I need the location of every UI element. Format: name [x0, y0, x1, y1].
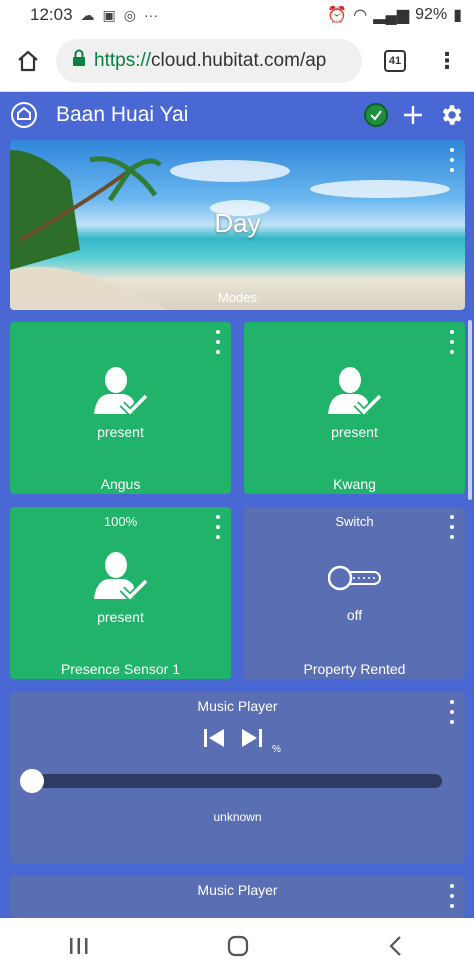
presence-state: present [331, 424, 378, 440]
cloud-shape [310, 180, 450, 198]
person-present-icon [94, 552, 149, 602]
home-nav-icon[interactable] [227, 935, 249, 957]
home-icon [18, 50, 38, 71]
track-status: unknown [213, 810, 262, 824]
tile-menu-button[interactable] [213, 330, 223, 354]
presence-tile-kwang[interactable]: present Kwang [244, 322, 465, 494]
tab-switcher-button[interactable]: 41 [384, 49, 406, 72]
presence-state: present [97, 609, 144, 625]
battery-level: 92% [415, 6, 448, 23]
presence-tile-angus[interactable]: present Angus [10, 322, 231, 494]
hub-name: Baan Huai Yai [56, 103, 189, 126]
music-player-tile[interactable]: Music Player % unknown [10, 692, 465, 863]
music-player-tile-2[interactable]: Music Player [10, 876, 465, 918]
image-icon: ▣ [102, 6, 116, 23]
person-present-icon [94, 367, 149, 417]
more-notifications-icon: ··· [144, 7, 158, 23]
scrollbar[interactable] [468, 320, 472, 500]
tile-menu-button[interactable] [213, 515, 223, 539]
signal-icon: ▂▄▆ [373, 7, 410, 24]
status-time: 12:03 [30, 5, 73, 24]
browser-menu-button[interactable]: ⋮ [436, 48, 458, 74]
tile-title: Music Player [197, 698, 278, 714]
hubitat-logo-icon[interactable] [10, 101, 38, 129]
home-button[interactable] [0, 33, 56, 89]
toggle-off-icon[interactable] [328, 565, 382, 591]
slider-knob[interactable] [20, 769, 44, 793]
mode-value: Day [214, 208, 261, 238]
browser-toolbar: https:// cloud.hubitat.com/ap 41 ⋮ [0, 30, 474, 92]
device-name: Kwang [333, 476, 376, 492]
status-bar: 12:03 ☁ ▣ ◎ ··· ⏰ ◠ ▂▄▆ 92% ▮ [0, 0, 474, 30]
volume-percent: % [272, 744, 281, 755]
hub-status-icon[interactable] [364, 103, 388, 127]
url-field[interactable]: https:// cloud.hubitat.com/ap [56, 38, 362, 83]
tile-label: Modes [217, 290, 258, 305]
presence-tile-sensor-1[interactable]: 100% present Presence Sensor 1 [10, 507, 231, 679]
cloud-icon: ☁ [80, 6, 95, 23]
back-icon[interactable] [386, 935, 406, 957]
settings-gear-icon[interactable] [438, 102, 464, 128]
tile-menu-button[interactable] [447, 515, 457, 539]
previous-track-icon[interactable] [202, 727, 226, 749]
sync-icon: ◎ [123, 6, 136, 23]
url-host: cloud.hubitat.com/ap [151, 49, 327, 71]
device-name: Presence Sensor 1 [60, 661, 181, 677]
tile-menu-button[interactable] [447, 330, 457, 354]
device-name: Angus [100, 476, 141, 492]
alarm-icon: ⏰ [327, 7, 348, 24]
recent-apps-icon[interactable] [68, 936, 90, 956]
system-nav-bar [0, 918, 474, 974]
switch-state: off [346, 607, 363, 623]
tile-title: Music Player [197, 882, 278, 898]
tile-menu-button[interactable] [447, 148, 457, 172]
person-present-icon [328, 367, 383, 417]
add-icon[interactable] [402, 104, 424, 126]
modes-tile[interactable]: Day Modes [10, 140, 465, 310]
app-header: Baan Huai Yai [0, 92, 474, 138]
notification-icons: ☁ ▣ ◎ ··· [81, 7, 158, 24]
switch-tile-property-rented[interactable]: Switch off Property Rented [244, 507, 465, 679]
url-scheme: https:// [94, 49, 152, 71]
tile-menu-button[interactable] [447, 884, 457, 908]
presence-state: present [97, 424, 144, 440]
tile-menu-button[interactable] [447, 700, 457, 724]
battery-icon: ▮ [453, 7, 462, 24]
cloud-shape [170, 160, 290, 182]
lock-icon [72, 49, 86, 73]
next-track-icon[interactable] [240, 727, 264, 749]
device-name: Property Rented [303, 661, 406, 677]
battery-percent: 100% [103, 514, 138, 529]
wifi-icon: ◠ [353, 7, 368, 24]
tile-type-label: Switch [335, 514, 374, 529]
progress-slider[interactable] [32, 774, 442, 788]
